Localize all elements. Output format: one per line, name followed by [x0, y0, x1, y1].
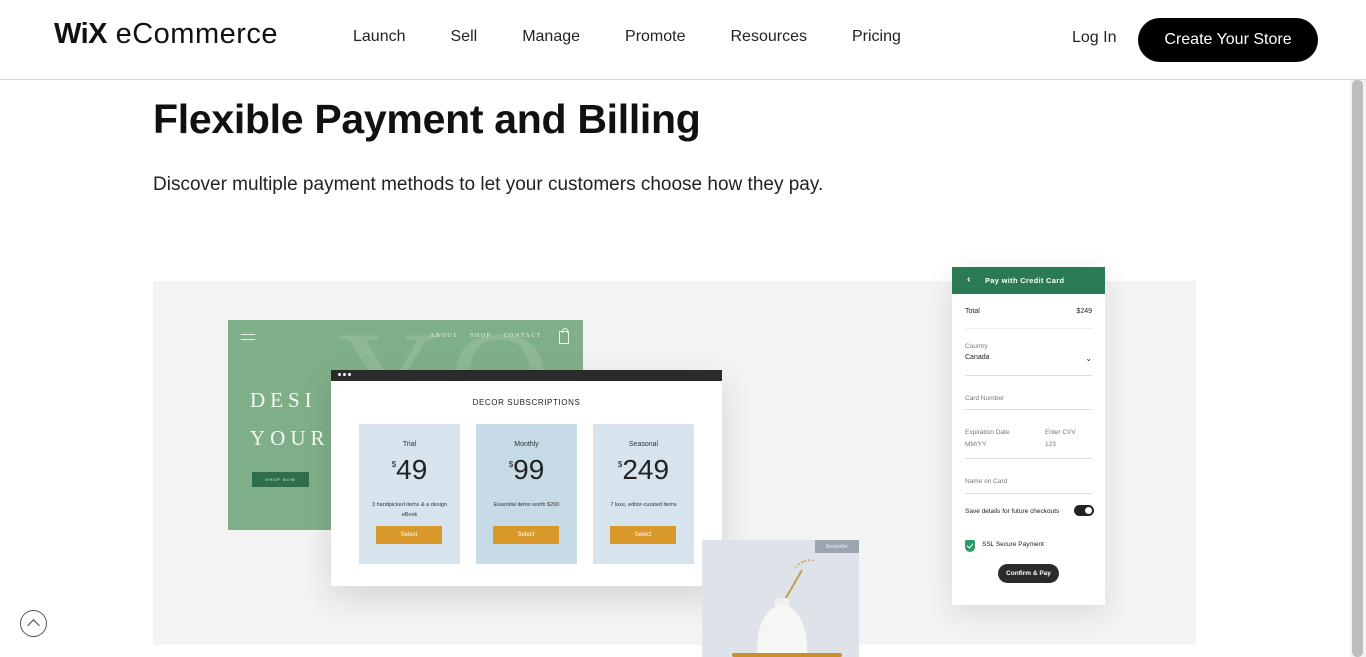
plan-price: $49 [391, 454, 428, 485]
hamburger-menu-icon [241, 334, 255, 344]
country-field: Country Canada ⌄ [965, 343, 1092, 363]
cvv-placeholder: 123 [1045, 441, 1056, 448]
nav-resources[interactable]: Resources [730, 28, 806, 46]
nav-manage[interactable]: Manage [522, 28, 580, 46]
country-value: Canada [965, 354, 990, 361]
plan-name: Seasonal [628, 441, 659, 448]
credit-card-payment-mockup: ‹ Pay with Credit Card Total $249 Countr… [952, 267, 1105, 605]
login-link[interactable]: Log In [1072, 29, 1116, 47]
product-image-vase: Bestseller [702, 540, 859, 657]
chevron-left-icon: ‹ [967, 274, 971, 285]
plan-card-monthly: Monthly $99 Essential items worth $200 S… [476, 424, 577, 564]
payment-header-title: Pay with Credit Card [985, 276, 1065, 285]
total-label: Total [965, 308, 980, 315]
cvv-label: Enter CVV [1045, 429, 1076, 436]
country-label: Country [965, 343, 988, 350]
name-on-card-field: Name on Card [965, 478, 1092, 485]
plan-select-button: Select [610, 526, 676, 544]
section-subtitle: Discover multiple payment methods to let… [153, 174, 824, 195]
page-scrollbar-thumb[interactable] [1352, 80, 1363, 657]
table-surface [732, 653, 842, 657]
storefront-nav-about: ABOUT [430, 333, 459, 339]
total-value: $249 [1076, 308, 1092, 315]
storefront-nav-contact: CONTACT [503, 333, 542, 339]
plan-name: Monthly [514, 441, 539, 448]
card-number-label: Card Number [965, 395, 1005, 402]
total-row: Total $249 [965, 308, 1092, 315]
storefront-heading-line2: YOUR [250, 426, 330, 450]
plan-price: $249 [617, 454, 670, 485]
logo-wix-text: WiX [54, 18, 108, 50]
storefront-nav: ABOUT SHOP CONTACT [430, 333, 554, 339]
plan-description: Essential items worth $200 [493, 502, 560, 508]
storefront-heading-line1: DESI [250, 388, 317, 412]
create-your-store-button[interactable]: Create Your Store [1138, 18, 1318, 62]
divider [965, 458, 1092, 459]
browser-titlebar [331, 370, 722, 381]
plan-description: 3 handpicked items & a design eBook [372, 502, 447, 518]
save-details-toggle [1074, 505, 1094, 516]
subscriptions-title: DECOR SUBSCRIPTIONS [472, 398, 581, 407]
nav-pricing[interactable]: Pricing [852, 28, 901, 46]
name-on-card-label: Name on Card [965, 478, 1008, 485]
divider [965, 328, 1092, 329]
save-details-label: Save details for future checkouts [965, 508, 1060, 515]
dried-flower-head [792, 556, 820, 578]
section-title: Flexible Payment and Billing [153, 96, 701, 142]
logo-ecommerce-text: eCommerce [115, 18, 279, 50]
plan-description: 7 luxe, editor-curated items [610, 502, 677, 508]
plan-select-button: Select [376, 526, 442, 544]
expiration-label: Expiration Date [965, 429, 1010, 436]
wix-ecommerce-logo[interactable]: WiX eCommerce [54, 18, 278, 51]
storefront-nav-shop: SHOP [470, 333, 492, 339]
ssl-secure-text: SSL Secure Payment [982, 541, 1044, 548]
shopping-bag-icon [559, 328, 569, 344]
divider [965, 375, 1092, 376]
divider [965, 409, 1092, 410]
chevron-down-icon: ⌄ [1085, 354, 1092, 363]
plan-name: Trial [402, 441, 417, 448]
page: WiX eCommerce Launch Sell Manage Promote… [0, 0, 1366, 657]
vase-body [757, 605, 807, 657]
nav-sell[interactable]: Sell [451, 28, 478, 46]
plan-select-button: Select [493, 526, 559, 544]
storefront-shop-now-button: SHOP NOW [252, 472, 309, 487]
expiration-placeholder: MM/YY [965, 441, 987, 448]
shield-check-icon [965, 540, 975, 552]
bestseller-badge: Bestseller [815, 540, 859, 553]
expiry-cvv-row: Expiration Date MM/YY Enter CVV 123 [965, 429, 1092, 448]
top-navigation-bar: WiX eCommerce Launch Sell Manage Promote… [0, 0, 1366, 80]
plan-card-seasonal: Seasonal $249 7 luxe, editor-curated ite… [593, 424, 694, 564]
plan-price: $99 [508, 454, 545, 485]
nav-promote[interactable]: Promote [625, 28, 685, 46]
back-to-top-icon[interactable] [20, 610, 47, 637]
main-nav: Launch Sell Manage Promote Resources Pri… [353, 28, 946, 46]
window-dots-icon [338, 373, 353, 376]
divider [965, 493, 1092, 494]
plan-card-trial: Trial $49 3 handpicked items & a design … [359, 424, 460, 564]
nav-launch[interactable]: Launch [353, 28, 406, 46]
payment-header: ‹ Pay with Credit Card [952, 267, 1105, 294]
subscriptions-mockup: DECOR SUBSCRIPTIONS Trial $49 3 handpick… [331, 370, 722, 586]
confirm-and-pay-button: Confirm & Pay [998, 564, 1059, 583]
card-number-field: Card Number [965, 395, 1092, 402]
